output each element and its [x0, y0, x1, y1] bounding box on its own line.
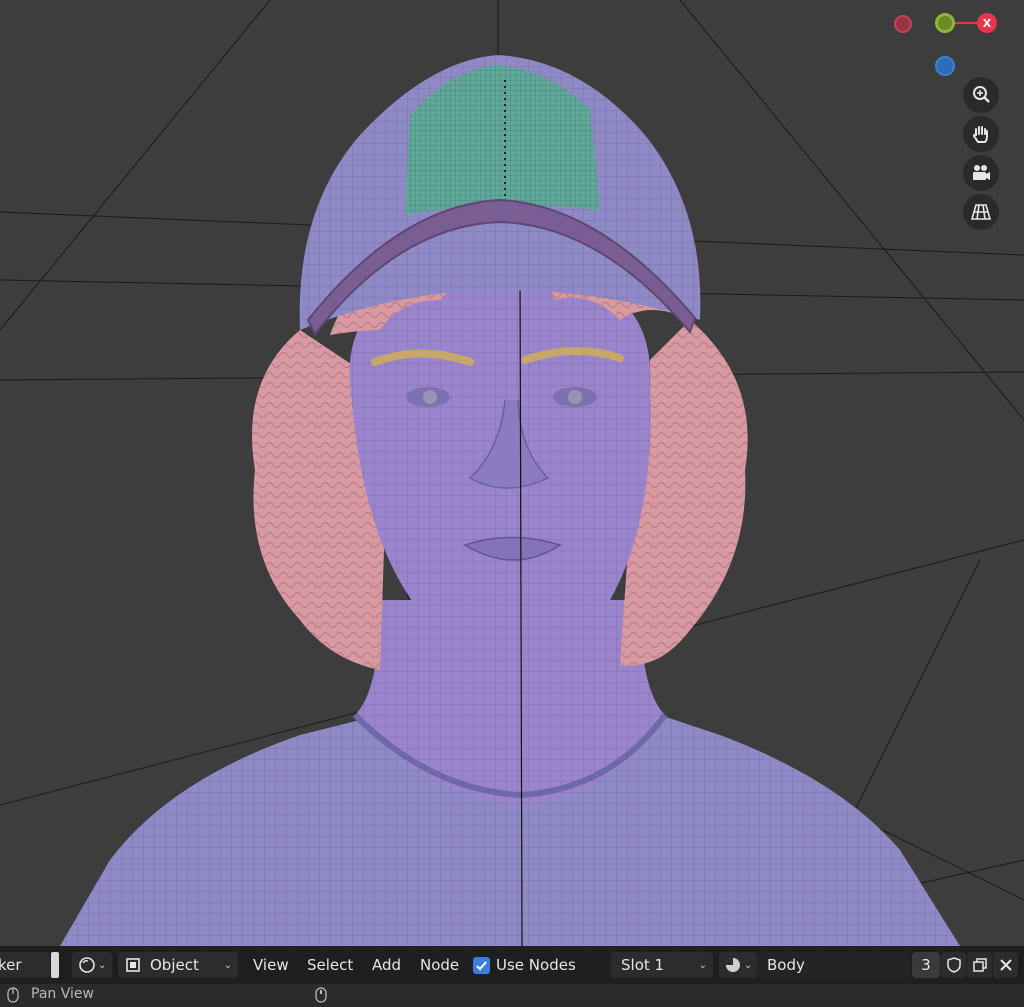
material-name-field[interactable]: Body — [758, 952, 910, 978]
x-axis-button[interactable]: X — [977, 13, 997, 33]
use-nodes-toggle[interactable]: Use Nodes — [473, 952, 576, 978]
pan-view-hint: Pan View — [31, 986, 94, 1002]
shield-icon — [946, 957, 961, 973]
fake-user-button[interactable] — [941, 952, 966, 978]
use-nodes-checkbox[interactable] — [473, 956, 490, 974]
hand-icon — [972, 126, 988, 143]
editor-type-select[interactable]: ker — [0, 952, 50, 978]
view-menu[interactable]: View — [253, 952, 289, 978]
3d-viewport[interactable]: X — [0, 0, 1024, 946]
select-menu-label: Select — [307, 956, 354, 974]
chevron-down-icon: ⌄ — [98, 959, 107, 971]
x-axis-label: X — [982, 16, 992, 30]
shader-type-dropdown[interactable]: ⌄ — [72, 952, 112, 978]
mouse-middle-icon — [315, 987, 327, 1003]
perspective-toggle-button[interactable] — [963, 194, 999, 230]
close-icon — [999, 959, 1012, 971]
mouse-left-icon — [7, 987, 19, 1003]
viewport-scene — [0, 0, 1024, 946]
browse-material-button[interactable]: ⌄ — [719, 952, 757, 978]
object-mode-dropdown[interactable]: Object ⌄ — [118, 952, 238, 978]
editor-type-label: ker — [0, 956, 22, 974]
material-browse-icon — [726, 958, 740, 972]
camera-view-button[interactable] — [963, 155, 999, 191]
material-sphere-icon — [79, 957, 95, 973]
chevron-down-icon: ⌄ — [698, 959, 707, 971]
new-material-button[interactable] — [967, 952, 992, 978]
status-bar: Pan View — [0, 984, 1024, 1007]
select-menu[interactable]: Select — [307, 952, 353, 978]
camera-icon — [973, 165, 990, 180]
header-scroll-handle[interactable] — [51, 952, 59, 978]
chevron-down-icon: ⌄ — [744, 959, 753, 971]
view-menu-label: View — [253, 956, 289, 974]
zoom-button[interactable] — [963, 77, 999, 113]
slot-label: Slot 1 — [621, 956, 665, 974]
node-menu[interactable]: Node — [420, 952, 459, 978]
zoom-icon — [973, 86, 990, 103]
z-axis-button[interactable] — [935, 56, 955, 76]
object-icon — [126, 958, 140, 972]
add-menu[interactable]: Add — [372, 952, 401, 978]
duplicate-icon — [972, 958, 987, 972]
y-axis-button[interactable] — [935, 13, 955, 33]
x-axis-line — [955, 22, 977, 24]
object-mode-label: Object — [150, 956, 199, 974]
unlink-material-button[interactable] — [993, 952, 1018, 978]
use-nodes-label: Use Nodes — [496, 956, 576, 974]
slot-dropdown[interactable]: Slot 1 ⌄ — [611, 952, 713, 978]
checkmark-icon — [476, 960, 487, 970]
material-name-value: Body — [767, 956, 805, 974]
neg-x-axis-button[interactable] — [894, 15, 912, 33]
pan-button[interactable] — [963, 116, 999, 152]
grid-icon — [970, 204, 992, 220]
node-menu-label: Node — [420, 956, 460, 974]
chevron-down-icon: ⌄ — [223, 959, 232, 971]
add-menu-label: Add — [372, 956, 402, 974]
user-count-button[interactable]: 3 — [912, 952, 940, 978]
user-count-label: 3 — [921, 956, 931, 974]
